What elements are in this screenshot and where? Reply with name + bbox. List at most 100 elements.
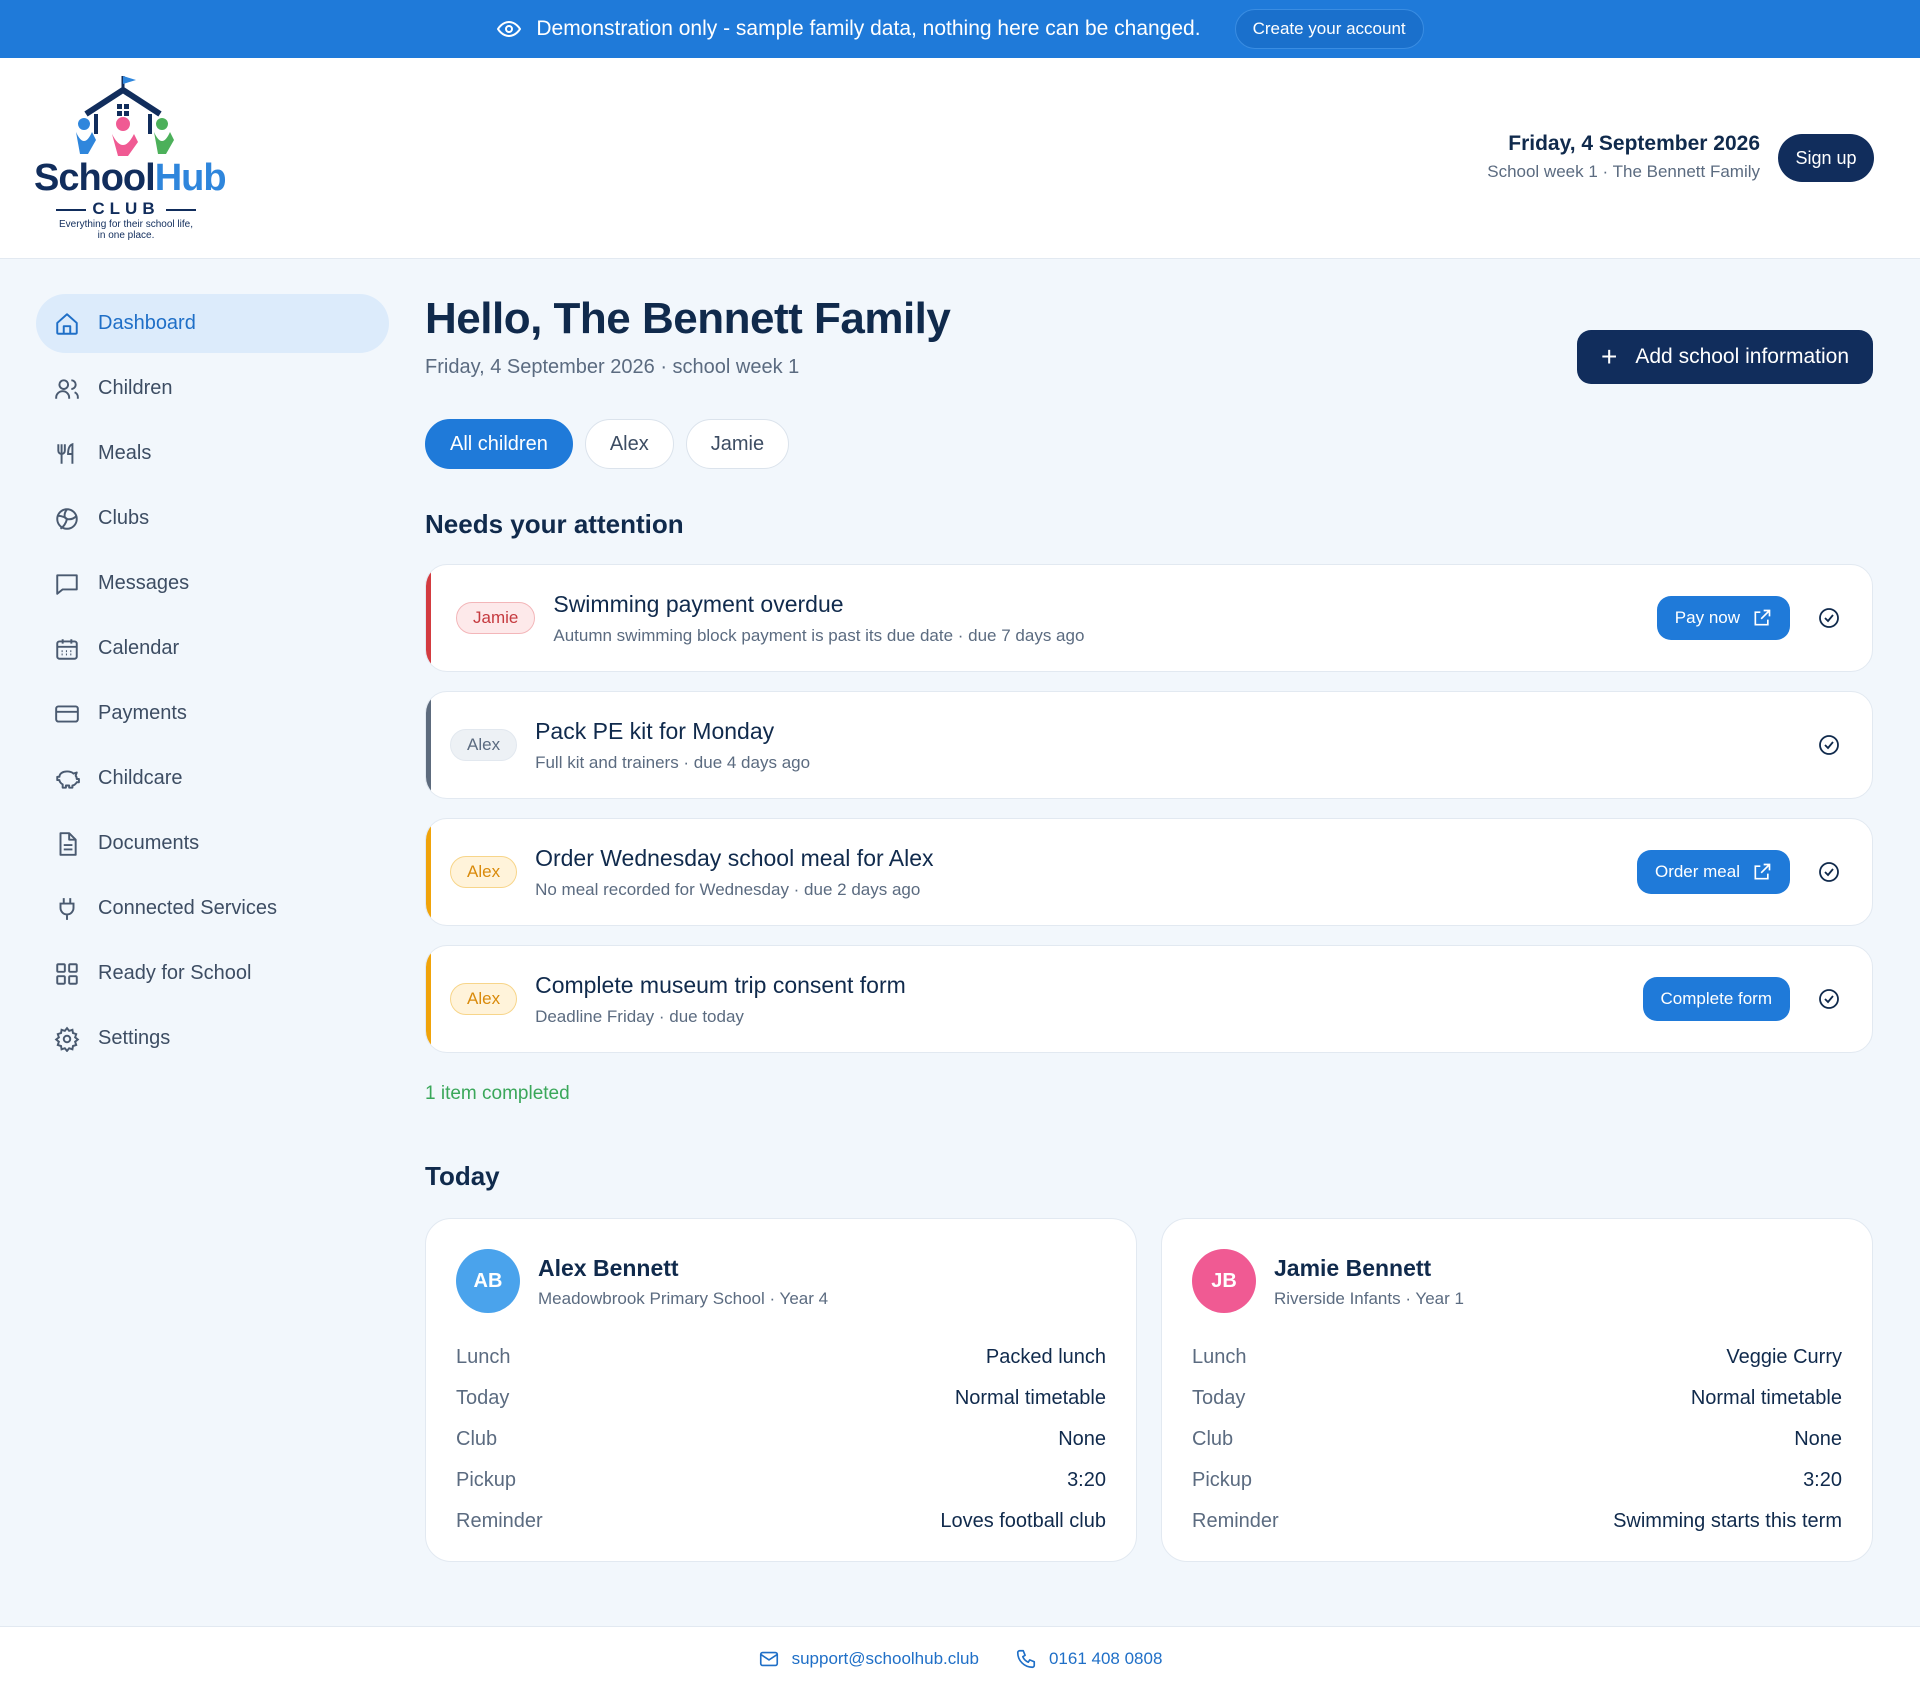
pay-now-label: Pay now [1674,608,1740,627]
create-account-button[interactable]: Create your account [1234,9,1424,49]
sidebar-item-label: Payments [98,702,187,724]
eye-icon [496,16,522,42]
sidebar-item-messages[interactable]: Messages [36,554,389,613]
detail-value: Packed lunch [985,1346,1106,1368]
external-link-icon [1754,609,1771,626]
child-tag: Alex [450,983,518,1015]
sidebar-item-childcare[interactable]: Childcare [36,749,389,808]
grid-icon [54,961,80,987]
filter-jamie[interactable]: Jamie [685,419,790,469]
detail-value: None [1058,1428,1106,1450]
task-title: Swimming payment overdue [553,590,844,617]
ball-icon [54,506,80,532]
task-actions: Complete form [1642,946,1842,1052]
home-icon [54,311,80,337]
avatar: AB [456,1249,520,1313]
task-detail: Deadline Friday · due today [535,1006,744,1026]
detail-row: Reminder Loves football club [456,1501,1106,1542]
sign-up-button[interactable]: Sign up [1778,134,1874,182]
footer: support@schoolhub.club 0161 408 0808 [0,1626,1920,1690]
task-title: Complete museum trip consent form [535,971,906,998]
sidebar-item-label: Connected Services [98,897,277,919]
card-icon [54,701,80,727]
today-cards: AB Alex Bennett Meadowbrook Primary Scho… [425,1218,1873,1562]
sidebar-item-documents[interactable]: Documents [36,814,389,873]
add-school-information-button[interactable]: + Add school information [1577,330,1873,384]
complete-form-button[interactable]: Complete form [1642,977,1790,1021]
detail-row: Lunch Veggie Curry [1192,1337,1842,1378]
sidebar-item-calendar[interactable]: Calendar [36,619,389,678]
detail-value: Normal timetable [1690,1387,1842,1409]
sidebar-item-clubs[interactable]: Clubs [36,489,389,548]
detail-row: Lunch Packed lunch [456,1337,1106,1378]
task-urgency-bar [426,692,431,798]
task-text: Pack PE kit for Monday Full kit and trai… [535,718,810,773]
child-details: Lunch Packed lunch Today Normal timetable … [456,1337,1106,1542]
child-filter-tabs: All children Alex Jamie [425,419,1873,469]
sidebar-item-ready-for-school[interactable]: Ready for School [36,944,389,1003]
mail-icon [759,1651,778,1666]
sidebar-item-payments[interactable]: Payments [36,684,389,743]
logo-club: CLUB [34,199,218,219]
sidebar-item-meals[interactable]: Meals [36,424,389,483]
child-school: Meadowbrook Primary School · Year 4 [538,1289,829,1308]
child-name: Jamie Bennett [1274,1255,1432,1281]
gear-icon [54,1026,80,1052]
order-meal-button[interactable]: Order meal [1636,850,1790,894]
sidebar-item-children[interactable]: Children [36,359,389,418]
task-title: Order Wednesday school meal for Alex [535,844,934,871]
pay-now-button[interactable]: Pay now [1656,596,1790,640]
filter-all-children[interactable]: All children [425,419,573,469]
utensils-icon [54,441,80,467]
support-phone-link[interactable]: 0161 408 0808 [1015,1648,1162,1670]
mark-done-icon[interactable] [1816,732,1842,758]
child-name: Alex Bennett [538,1255,679,1281]
detail-label: Today [456,1387,510,1409]
task-item: Alex Complete museum trip consent form D… [425,945,1873,1053]
detail-label: Pickup [1192,1469,1253,1491]
attention-heading: Needs your attention [425,509,684,539]
completed-count-link[interactable]: 1 item completed [425,1083,1873,1105]
today-heading: Today [425,1161,500,1191]
detail-label: Reminder [1192,1510,1279,1532]
external-link-icon [1754,863,1771,880]
support-phone: 0161 408 0808 [1048,1648,1163,1668]
detail-row: Today Normal timetable [456,1378,1106,1419]
detail-value: Swimming starts this term [1613,1510,1842,1532]
logo-tagline: Everything for their school life, in one … [59,219,193,241]
sidebar-item-label: Clubs [98,507,150,529]
schoolhub-logo[interactable]: SchoolHub CLUB Everything for their scho… [34,74,227,244]
plus-icon: + [1601,341,1618,372]
child-card-alex: AB Alex Bennett Meadowbrook Primary Scho… [425,1218,1137,1562]
sidebar-item-label: Children [98,377,173,399]
logo-wordmark: SchoolHub [34,157,227,199]
add-school-information-label: Add school information [1635,345,1849,368]
task-detail: No meal recorded for Wednesday · due 2 d… [535,879,921,899]
sidebar-item-label: Calendar [98,637,180,659]
avatar: JB [1192,1249,1256,1313]
users-icon [54,376,80,402]
demo-banner-text: Demonstration only - sample family data,… [536,17,1201,40]
filter-alex[interactable]: Alex [584,419,674,469]
mark-done-icon[interactable] [1816,605,1842,631]
detail-value: None [1794,1428,1842,1450]
sidebar-item-label: Meals [98,442,152,464]
mark-done-icon[interactable] [1816,986,1842,1012]
child-tag: Alex [450,856,518,888]
detail-value: 3:20 [1067,1469,1106,1491]
sidebar-item-connected-services[interactable]: Connected Services [36,879,389,938]
sidebar-item-dashboard[interactable]: Dashboard [36,294,389,353]
task-actions [1816,692,1842,798]
header-date-block: Friday, 4 September 2026 School week 1 ·… [1487,132,1760,182]
phone-icon [1016,1649,1036,1668]
detail-row: Pickup 3:20 [456,1460,1106,1501]
detail-row: Today Normal timetable [1192,1378,1842,1419]
sidebar-item-label: Dashboard [98,312,196,334]
mark-done-icon[interactable] [1816,859,1842,885]
support-email-link[interactable]: support@schoolhub.club [758,1648,979,1670]
sidebar-item-settings[interactable]: Settings [36,1009,389,1068]
main-content: Hello, The Bennett Family Friday, 4 Sept… [425,294,1873,1562]
task-title: Pack PE kit for Monday [535,717,775,744]
piggy-icon [54,766,80,792]
task-urgency-bar [426,565,431,671]
